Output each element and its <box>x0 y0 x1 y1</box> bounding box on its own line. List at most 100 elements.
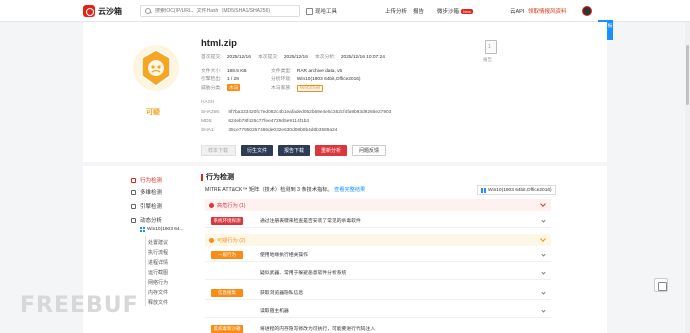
type-key: 文件类型: <box>271 69 292 74</box>
behavior-row[interactable]: 一般行为 使用地缘执行相关操作 <box>205 248 551 262</box>
hash-tool-button[interactable]: 现哈工具 <box>302 5 341 17</box>
category-tag: 信息搜集 <box>211 288 243 297</box>
logo-icon <box>83 5 95 17</box>
hash-title: HASH <box>201 100 215 105</box>
windows-icon <box>481 187 486 193</box>
behavior-row[interactable]: 读取宿主机器 <box>205 304 551 318</box>
engine-icon <box>131 203 136 209</box>
reanalyze-button[interactable]: 重新分析 <box>315 145 348 156</box>
section-title-text: 行为检测 <box>206 174 234 181</box>
suspicious-label: 可疑行为 (2) <box>217 237 246 244</box>
env-value: Win10(1903 64bit,Office2016) <box>296 77 361 82</box>
sidebar-item-label: 引擎检测 <box>140 204 163 210</box>
dynamic-icon <box>131 217 136 223</box>
scrollbar-thumb[interactable] <box>686 45 689 105</box>
new-badge: New <box>461 8 474 14</box>
verdict-label: 可疑 <box>146 109 160 116</box>
nav-upload[interactable]: 上传分析 <box>385 5 407 17</box>
sidebar-item-engine[interactable]: 引擎检测 <box>131 202 162 210</box>
sub-divider <box>145 236 146 306</box>
meta-engine: 引擎检出: 1 / 28 <box>201 75 239 82</box>
sidebar-item-dynamic[interactable]: 动态分析 <box>131 216 162 224</box>
behavior-text: 使用地缘执行相关操作 <box>260 253 308 258</box>
env-selector[interactable]: Win10(1903 64bit,Office2016) <box>477 185 556 195</box>
user-avatar[interactable] <box>582 6 592 16</box>
search-box[interactable] <box>140 5 300 17</box>
sidebar-env-item[interactable]: Win10(1903 64... <box>140 227 184 232</box>
behavior-text: 通过注册表键来检查是否安装了常见的杀毒软件 <box>260 219 361 224</box>
family-tag[interactable]: WebShell <box>296 85 324 92</box>
chevron-up-icon <box>540 236 546 242</box>
download-report-button[interactable]: 报告下载 <box>278 145 311 156</box>
behavior-row[interactable]: 系统环境探测 通过注册表键来检查是否安装了常见的杀毒软件 <box>205 214 551 228</box>
meta-submit-row: 首次提交: 2025/12/16 <box>201 53 251 60</box>
sha1-key: SHA1: <box>201 128 215 133</box>
sidebar-item-multi[interactable]: 多维检测 <box>131 188 162 196</box>
meta-size: 文件大小: 188.5 KB <box>201 67 247 74</box>
sidebar-item-label: 动态分析 <box>140 218 163 224</box>
feedback-button[interactable]: 问题反馈 <box>352 145 387 156</box>
chevron-down-icon <box>541 308 546 313</box>
download-sample-button[interactable]: 样本下载 <box>201 145 236 156</box>
size-value: 188.5 KB <box>226 69 247 74</box>
report-doc-icon[interactable]: 1 <box>485 40 497 54</box>
sidebar-sub-item[interactable]: 网络行为 <box>148 279 168 286</box>
sidebar-sub-item[interactable]: 处置建议 <box>148 239 168 246</box>
sidebar-sub-item[interactable]: 进程详情 <box>148 259 168 266</box>
sidebar-item-behavior[interactable]: 行为检测 <box>131 176 162 184</box>
md5-key: MD5: <box>201 119 213 124</box>
behavior-row[interactable]: 疑似武器、常用于躲避恶意软件分析系统 <box>205 266 551 280</box>
sha256-row: SHA256: 8f7ba333420fc7ed082c4b1eafaded05… <box>201 110 391 115</box>
suspicious-icon <box>209 237 214 243</box>
chevron-down-icon <box>541 252 546 257</box>
action-bar: 样本下载 衍生文件 报告下载 重新分析 问题反馈 <box>201 145 387 156</box>
nav-sandbox[interactable]: 微步沙箱 New <box>437 5 474 17</box>
mitre-full-link[interactable]: 查看完整结果 <box>334 187 365 193</box>
sidebar-item-label: 多维检测 <box>140 190 163 196</box>
multi-icon <box>131 189 136 195</box>
last-submit-key: 本次提交: <box>258 55 279 60</box>
derived-files-button[interactable]: 衍生文件 <box>241 145 274 156</box>
suspicious-group[interactable]: 可疑行为 (2) <box>205 234 551 246</box>
sidebar-sub-item[interactable]: 运行截图 <box>148 269 168 276</box>
sha256-value[interactable]: 8f7ba333420fc7ed082c4b1eafaded052b69e4e5… <box>228 110 391 115</box>
nav-sandbox-label: 微步沙箱 <box>437 9 460 15</box>
sha1-row: SHA1: 35ce77950257486de032e630d08b0b4d8b… <box>201 128 337 133</box>
behavior-text: 读取宿主机器 <box>260 309 289 314</box>
logo[interactable]: 云沙箱 <box>83 5 122 17</box>
high-risk-group[interactable]: 高危行为 (1) <box>205 199 551 211</box>
meta-family: 木马家族: WebShell <box>271 84 324 92</box>
doc-label: 报告 <box>483 57 492 62</box>
threat-tag[interactable]: 木马 <box>226 84 241 91</box>
sidebar-sub-item[interactable]: 内存文件 <box>148 289 168 296</box>
nav-api[interactable]: 云API <box>510 5 524 17</box>
chevron-down-icon <box>541 270 546 275</box>
search-icon <box>145 7 152 15</box>
sidebar-sub-item[interactable]: 释放文件 <box>148 299 168 306</box>
behavior-row[interactable]: 信息搜集 获取浏览器隐私信息 <box>205 286 551 300</box>
logo-text: 云沙箱 <box>98 6 122 16</box>
watermark: FREEBUF <box>20 293 139 318</box>
behavior-text: 将进程的内存隐写修改为可执行，可能要进行代码注入 <box>260 327 376 332</box>
sidebar-sub-item[interactable]: 执行流程 <box>148 249 168 256</box>
tool-icon <box>306 7 313 15</box>
sha1-value[interactable]: 35ce77950257486de032e630d08b0b4d8b3589a2… <box>228 128 337 133</box>
md5-value[interactable]: 624eb78f425c77fee4729d5e9114f1b3 <box>228 119 309 124</box>
nav-threat-intel[interactable]: 领取情报风资料 <box>528 5 567 17</box>
expand-icon[interactable] <box>654 278 668 292</box>
size-key: 文件大小: <box>201 69 222 74</box>
meta-type: 文件类型: RAR archive data, v5 <box>271 67 342 74</box>
first-submit-key: 首次提交: <box>201 55 222 60</box>
analysis-key: 本次分析: <box>315 55 336 60</box>
last-submit-value: 2025/12/16 <box>283 55 308 60</box>
behavior-icon <box>131 177 136 183</box>
hash-tool-label: 现哈工具 <box>315 9 338 15</box>
behavior-row[interactable]: 反病毒和沙箱 将进程的内存隐写修改为可执行，可能要进行代码注入 <box>205 322 551 333</box>
nav-report[interactable]: 报告 <box>413 5 424 17</box>
meta-analysis-row: 本次分析: 2025/12/16 10:07:24 <box>315 53 385 60</box>
analysis-value: 2025/12/16 10:07:24 <box>340 55 385 60</box>
chevron-up-icon <box>540 201 546 207</box>
mitre-count: 3 <box>297 187 301 193</box>
windows-icon <box>140 227 145 232</box>
search-input[interactable] <box>155 8 295 14</box>
